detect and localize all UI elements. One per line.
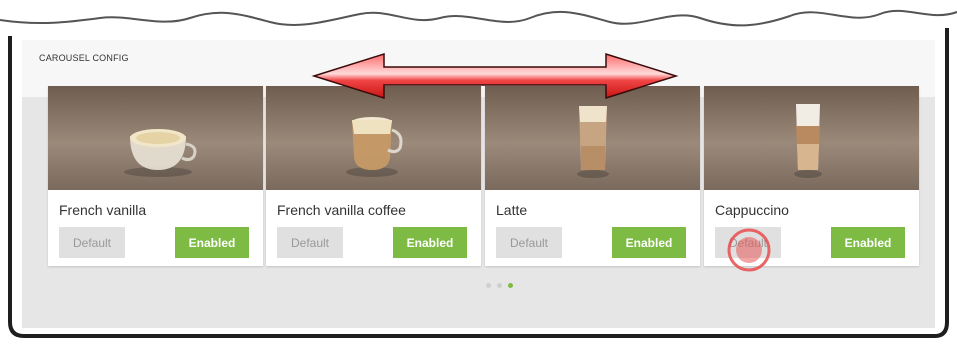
carousel-card[interactable]: French vanilla Default Enabled: [48, 86, 263, 266]
pagination-dot[interactable]: [497, 283, 502, 288]
default-button[interactable]: Default: [59, 227, 125, 258]
default-button[interactable]: Default: [496, 227, 562, 258]
drink-image: [704, 86, 919, 190]
default-button[interactable]: Default: [277, 227, 343, 258]
enabled-button[interactable]: Enabled: [175, 227, 249, 258]
carousel-pagination: [486, 283, 513, 288]
double-arrow-icon: [311, 52, 679, 100]
enabled-button[interactable]: Enabled: [612, 227, 686, 258]
enabled-button[interactable]: Enabled: [831, 227, 905, 258]
drink-name: French vanilla coffee: [277, 202, 406, 218]
pagination-dot-active[interactable]: [508, 283, 513, 288]
section-title: CAROUSEL CONFIG: [39, 53, 129, 63]
drink-name: Latte: [496, 202, 528, 218]
enabled-button[interactable]: Enabled: [393, 227, 467, 258]
drink-name: French vanilla: [59, 202, 147, 218]
click-indicator-icon: [727, 228, 771, 272]
carousel-card[interactable]: Latte Default Enabled: [485, 86, 700, 266]
drink-name: Cappuccino: [715, 202, 789, 218]
drink-image: [48, 86, 263, 190]
carousel-card[interactable]: French vanilla coffee Default Enabled: [266, 86, 481, 266]
pagination-dot[interactable]: [486, 283, 491, 288]
